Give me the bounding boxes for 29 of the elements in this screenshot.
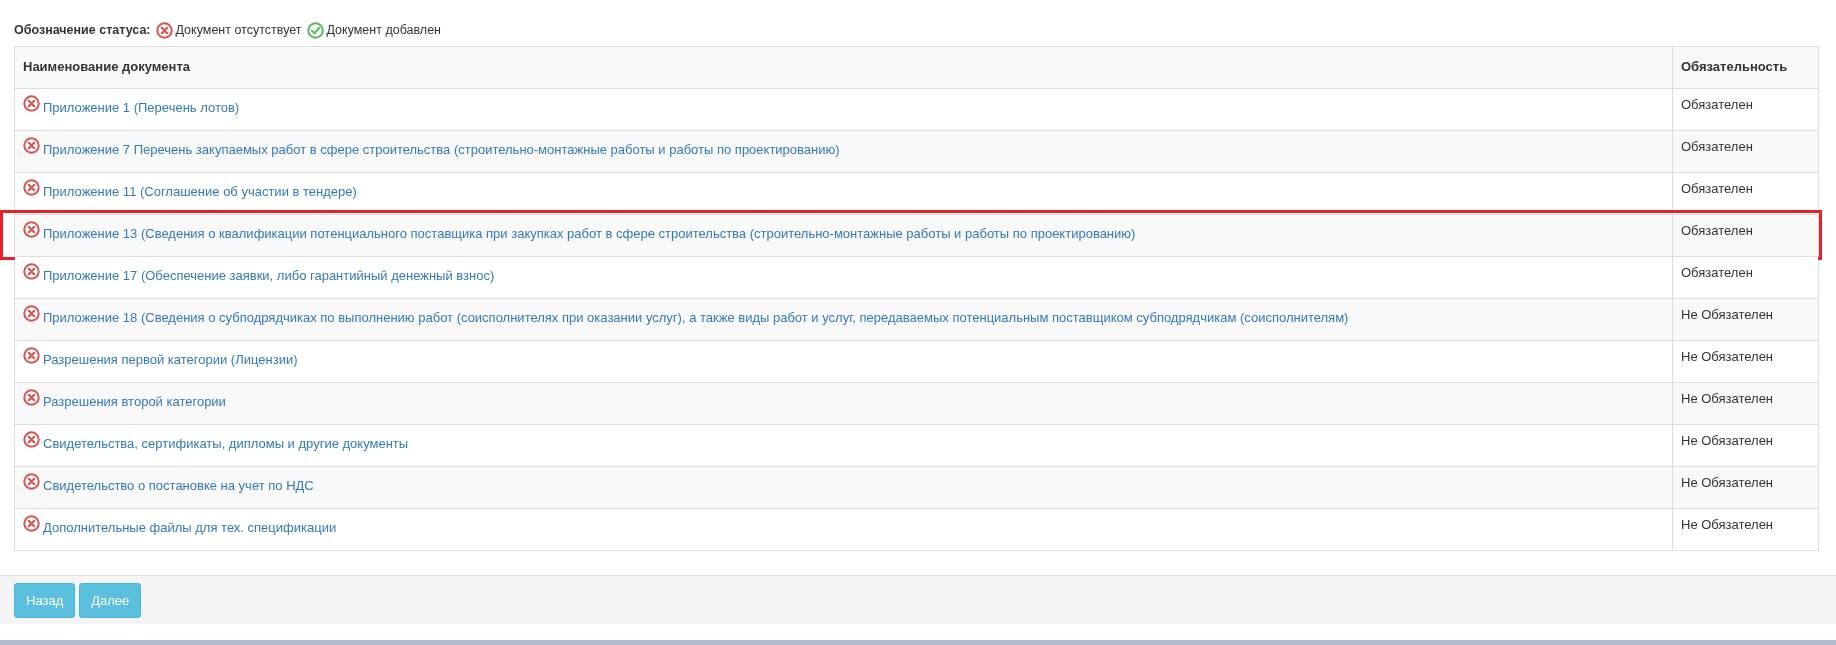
error-circle-icon [23,431,40,448]
document-link[interactable]: Свидетельство о постановке на учет по НДС [43,478,314,493]
error-circle-icon [23,263,40,280]
document-link[interactable]: Разрешения второй категории [43,394,226,409]
requirement-cell: Не Обязателен [1672,509,1818,550]
error-circle-icon [23,305,40,322]
legend-label: Документ отсутствует [175,23,302,37]
document-link[interactable]: Приложение 1 (Перечень лотов) [43,100,240,115]
document-link[interactable]: Свидетельства, сертификаты, дипломы и другие документы [43,436,409,451]
legend-label: Документ добавлен [326,23,441,37]
error-circle-icon [23,137,40,154]
check-circle-icon [306,21,324,39]
error-circle-icon [23,515,40,532]
error-circle-icon [155,21,173,39]
error-circle-icon [23,95,40,112]
error-circle-icon [23,389,40,406]
document-link[interactable]: Приложение 13 (Сведения о квалификации потенциального поставщика при закупках работ в сфере строительства (строительно-монтажные работы и работы по проектированию) [43,226,1136,241]
error-circle-icon [23,221,40,238]
document-link[interactable]: Приложение 11 (Соглашение об участии в тендере) [43,184,357,199]
error-circle-icon [23,179,40,196]
document-link[interactable]: Дополнительные файлы для тех. спецификации [43,520,337,535]
document-link[interactable]: Разрешения первой категории (Лицензии) [43,352,298,367]
document-link[interactable]: Приложение 17 (Обеспечение заявки, либо гарантийный денежный взнос) [43,268,495,283]
document-link[interactable]: Приложение 7 Перечень закупаемых работ в сфере строительства (строительно-монтажные работы и работы по проектированию) [43,142,840,157]
legend-title: Обозначение статуса: [14,23,151,37]
error-circle-icon [23,347,40,364]
column-header: Наименование документа [22,58,192,76]
error-circle-icon [23,473,40,490]
document-link[interactable]: Приложение 18 (Сведения о субподрядчиках по выполнению работ (соисполнителях при оказании услуг), а также виды работ и услуг, передаваемых потенциальным поставщиком субподрядчикам (соисполнителям) [43,310,1349,325]
